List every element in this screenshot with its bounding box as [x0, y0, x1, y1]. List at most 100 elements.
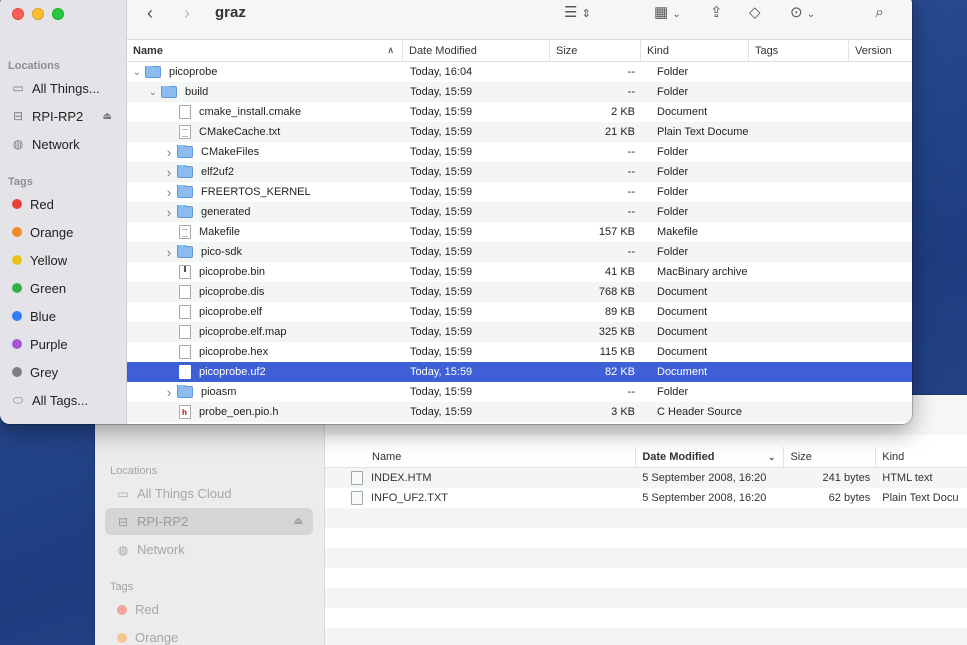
table-row[interactable]: › pico-sdk Today, 15:59 -- Folder	[127, 242, 912, 262]
bg-col-name[interactable]: Name	[325, 447, 637, 467]
col-name[interactable]: Name ∧	[127, 40, 403, 61]
sidebar-item-all-things[interactable]: ▭ All Things...	[4, 76, 122, 100]
bg-col-size[interactable]: Size	[784, 447, 877, 467]
row-size: --	[627, 246, 635, 258]
table-row[interactable]: INFO_UF2.TXT 5 September 2008, 16:20 62 …	[325, 488, 967, 508]
table-row-selected[interactable]: picoprobe.uf2 Today, 15:59 82 KB Document	[127, 362, 912, 382]
folder-icon	[177, 144, 193, 158]
table-row[interactable]: picoprobe.elf.map Today, 15:59 325 KB Docum…	[127, 322, 912, 342]
eject-icon[interactable]: ⏏	[103, 111, 112, 122]
table-row[interactable]: probe_oen.pio.h Today, 15:59 3 KB C Header …	[127, 402, 912, 422]
table-row[interactable]: cmake_install.cmake Today, 15:59 2 KB Docum…	[127, 102, 912, 122]
file-name: CMakeCache.txt	[199, 126, 281, 138]
group-icon[interactable]: ▦ ⌄	[654, 3, 681, 25]
disclosure-closed-icon[interactable]: ›	[163, 205, 175, 220]
eject-icon[interactable]: ⏏	[294, 516, 303, 527]
table-row[interactable]: › elf2uf2 Today, 15:59 -- Folder	[127, 162, 912, 182]
tag-icon[interactable]: ◇	[749, 3, 761, 23]
file-name: generated	[201, 206, 251, 218]
disclosure-closed-icon[interactable]: ›	[163, 145, 175, 160]
tag-dot-icon	[12, 255, 22, 265]
table-row[interactable]: ⌄ build Today, 15:59 -- Folder	[127, 82, 912, 102]
tag-label: Blue	[30, 308, 57, 324]
row-kind: Folder	[657, 246, 689, 258]
chevron-down-icon: ⌄	[767, 451, 776, 462]
finder-window[interactable]: Locations ▭ All Things... ⊟ RPI-RP2 ⏏ ◍ …	[0, 0, 912, 424]
back-icon[interactable]: ‹	[147, 3, 153, 23]
zoom-button[interactable]	[52, 8, 64, 20]
disclosure-closed-icon[interactable]: ›	[163, 385, 175, 400]
locations-heading: Locations	[8, 60, 60, 72]
tag-orange[interactable]: Orange	[4, 220, 122, 244]
background-finder-window[interactable]: Locations ▭ All Things Cloud ⊟ RPI-RP2 ⏏…	[95, 395, 967, 645]
close-button[interactable]	[12, 8, 24, 20]
disclosure-closed-icon[interactable]: ›	[163, 185, 175, 200]
tag-yellow[interactable]: Yellow	[4, 248, 122, 272]
file-list: Name ∧ Date Modified Size Kind Tags Vers…	[127, 40, 912, 424]
list-view-icon[interactable]: ☰ ⇕	[564, 3, 591, 24]
row-date: Today, 15:59	[410, 226, 473, 238]
bg-tag-red[interactable]: Red	[105, 596, 313, 623]
table-row[interactable]: › pioasm Today, 15:59 -- Folder	[127, 382, 912, 402]
col-tags[interactable]: Tags	[749, 40, 849, 61]
table-row[interactable]: › CMakeFiles Today, 15:59 -- Folder	[127, 142, 912, 162]
row-date: Today, 15:59	[410, 166, 473, 178]
row-kind: Makefile	[657, 226, 698, 238]
bg-sidebar-item-network[interactable]: ◍ Network	[105, 536, 313, 563]
row-date: Today, 15:59	[410, 406, 473, 418]
folder-icon	[177, 384, 193, 398]
file-name: CMakeFiles	[201, 146, 260, 158]
search-icon[interactable]: ⌕	[875, 3, 884, 23]
document-icon	[179, 125, 191, 139]
tag-red[interactable]: Red	[4, 192, 122, 216]
bg-tag-orange[interactable]: Orange	[105, 624, 313, 645]
sidebar-item-network[interactable]: ◍ Network	[4, 132, 122, 156]
row-size: --	[627, 186, 635, 198]
bg-col-date[interactable]: Date Modified ⌄	[636, 447, 785, 467]
forward-icon[interactable]: ›	[184, 3, 190, 23]
tag-green[interactable]: Green	[4, 276, 122, 300]
row-kind: Folder	[657, 186, 689, 198]
disclosure-closed-icon[interactable]: ›	[163, 245, 175, 260]
table-row[interactable]: CMakeCache.txt Today, 15:59 21 KB Plain Tex…	[127, 122, 912, 142]
disclosure-closed-icon[interactable]: ›	[163, 165, 175, 180]
table-row[interactable]: picoprobe.hex Today, 15:59 115 KB Document	[127, 342, 912, 362]
minimize-button[interactable]	[32, 8, 44, 20]
tag-purple[interactable]: Purple	[4, 332, 122, 356]
file-name: build	[185, 86, 209, 98]
col-size[interactable]: Size	[550, 40, 641, 61]
table-row[interactable]: › FREERTOS_KERNEL Today, 15:59 -- Folder	[127, 182, 912, 202]
row-size: 21 KB	[605, 126, 635, 138]
table-row[interactable]: INDEX.HTM 5 September 2008, 16:20 241 by…	[325, 468, 967, 488]
col-version[interactable]: Version	[849, 40, 909, 61]
tag-grey[interactable]: Grey	[4, 360, 122, 384]
tag-dot-icon	[12, 283, 22, 293]
row-date: Today, 15:59	[410, 266, 473, 278]
bg-sidebar-item-cloud[interactable]: ▭ All Things Cloud	[105, 480, 313, 507]
table-row[interactable]: Makefile Today, 15:59 157 KB Makefile	[127, 222, 912, 242]
empty-row	[325, 628, 967, 645]
col-date[interactable]: Date Modified	[403, 40, 550, 61]
file-name: cmake_install.cmake	[199, 106, 302, 118]
bg-col-kind[interactable]: Kind	[876, 447, 967, 467]
sidebar-item-all-tags[interactable]: ⬭ All Tags...	[4, 388, 122, 412]
table-row[interactable]: picoprobe.bin Today, 15:59 41 KB MacBinary …	[127, 262, 912, 282]
more-icon[interactable]: ⊙ ⌄	[790, 3, 815, 25]
table-row[interactable]: › generated Today, 15:59 -- Folder	[127, 202, 912, 222]
table-row[interactable]: picoprobe.elf Today, 15:59 89 KB Document	[127, 302, 912, 322]
row-kind: Folder	[657, 166, 689, 178]
tag-blue[interactable]: Blue	[4, 304, 122, 328]
row-date: Today, 16:04	[410, 66, 473, 78]
row-size: 82 KB	[605, 366, 635, 378]
row-date: Today, 15:59	[410, 186, 473, 198]
col-kind[interactable]: Kind	[641, 40, 749, 61]
bg-sidebar-item-rpi-rp2[interactable]: ⊟ RPI-RP2 ⏏	[105, 508, 313, 535]
disclosure-open-icon[interactable]: ⌄	[147, 87, 159, 98]
tag-label: Green	[30, 280, 67, 296]
share-icon[interactable]: ⇪	[710, 3, 723, 23]
document-icon	[179, 325, 191, 339]
disclosure-open-icon[interactable]: ⌄	[131, 67, 143, 78]
table-row[interactable]: picoprobe.dis Today, 15:59 768 KB Document	[127, 282, 912, 302]
table-row[interactable]: ⌄ picoprobe Today, 16:04 -- Folder	[127, 62, 912, 82]
sidebar-item-rpi-rp2[interactable]: ⊟ RPI-RP2 ⏏	[4, 104, 122, 128]
